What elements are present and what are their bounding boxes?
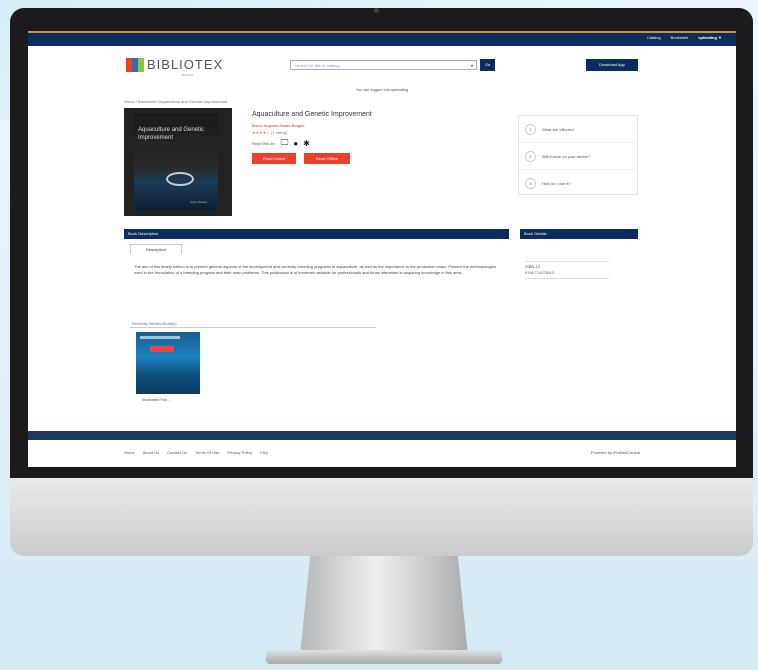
nav-bookshelf[interactable]: Bookshelf	[671, 35, 689, 40]
isbn-value: 9781774072613	[525, 270, 554, 275]
logo-text: BIBLIOTEX	[147, 57, 224, 72]
book-author[interactable]: Bruno Augusto Amato Borges	[252, 123, 304, 128]
search-placeholder: Search for title or catalog	[295, 63, 340, 68]
read-on-devices: Read this on: 🖵 ● ✱	[252, 138, 310, 148]
download-app-button[interactable]: Download App	[586, 59, 638, 71]
thumb-cover-art	[140, 336, 180, 339]
book-details-header: Book Details	[520, 229, 638, 239]
book-title: Aquaculture and Genetic Improvement	[252, 111, 372, 118]
read-offline-button[interactable]: Read Offline	[304, 153, 350, 164]
faq-item[interactable]: 1 What are eBooks?	[519, 116, 637, 143]
footer-link-faq[interactable]: FAQ	[260, 450, 268, 455]
footer-link-home[interactable]: Home	[124, 450, 135, 455]
recently-viewed-header: Recently Viewed Book(s)	[132, 321, 177, 326]
faq-item[interactable]: 2 Will it work on your device?	[519, 143, 637, 170]
book-rating: ★★★★☆ (1 rating)	[252, 130, 287, 135]
monitor-stand	[300, 556, 468, 656]
apple-icon: ●	[293, 138, 299, 148]
cover-publisher: Open Nature	[190, 200, 208, 204]
monitor-base	[266, 650, 502, 664]
faq-item[interactable]: 3 How do I use it?	[519, 170, 637, 196]
footer: Home About Us Contact Us Terms Of Use Pr…	[28, 440, 736, 467]
cover-title: Aquaculture and Genetic Improvement	[138, 127, 205, 141]
faq-panel: 1 What are eBooks? 2 Will it work on your …	[518, 115, 638, 195]
footer-link-terms[interactable]: Terms Of Use	[195, 450, 219, 455]
monitor-chin	[10, 478, 753, 556]
book-description-text: The aim of this timely edition is to pre…	[134, 264, 496, 275]
book-description-header: Book Description	[124, 229, 509, 239]
recent-book-caption[interactable]: Illustrated Fan...	[142, 397, 171, 402]
chevron-down-icon[interactable]: ▾	[471, 61, 473, 71]
footer-link-privacy[interactable]: Privacy Policy	[227, 450, 252, 455]
divider	[130, 327, 376, 328]
nav-user-menu[interactable]: spleading ▼	[698, 35, 722, 40]
footer-link-contact[interactable]: Contact Us	[167, 450, 187, 455]
read-on-label: Read this on:	[252, 140, 276, 146]
nav-catalog[interactable]: Catalog	[647, 35, 661, 40]
tab-description[interactable]: Description	[130, 244, 182, 254]
rating-stars-icon: ★★★★☆	[252, 130, 270, 135]
logo-mark-icon	[126, 57, 144, 72]
bibliotex-logo[interactable]: BIBLIOTEX DIGITAL	[126, 57, 224, 77]
read-online-button[interactable]: Read Online	[252, 153, 296, 164]
cover-ring-graphic	[166, 172, 194, 186]
camera-icon	[374, 8, 379, 13]
breadcrumb[interactable]: Home / Bookshelf / Aquaculture and Genet…	[124, 99, 227, 104]
top-nav-bar: Catalog Bookshelf spleading ▼	[28, 31, 736, 46]
footer-bar	[28, 431, 736, 440]
logo-subtext: DIGITAL	[182, 73, 194, 77]
search-go-button[interactable]: Go	[480, 59, 495, 71]
powered-by[interactable]: Powered by iPublishCentral	[591, 450, 640, 455]
screen: Catalog Bookshelf spleading ▼ BIBLIOTEX …	[28, 31, 736, 467]
logged-in-message: You are logged into spleading	[355, 87, 409, 92]
footer-link-about[interactable]: About Us	[143, 450, 159, 455]
book-cover: Aquaculture and Genetic Improvement Open…	[124, 108, 232, 216]
rating-count: (1 rating)	[271, 130, 288, 135]
search-input[interactable]: Search for title or catalog ▾	[290, 60, 477, 70]
recent-book-thumbnail[interactable]	[136, 332, 200, 394]
book-details: ISBN-13 9781774072613	[525, 261, 609, 279]
desktop-icon: 🖵	[280, 138, 289, 147]
android-icon: ✱	[303, 138, 310, 148]
thumb-cover-graphic	[150, 346, 174, 352]
